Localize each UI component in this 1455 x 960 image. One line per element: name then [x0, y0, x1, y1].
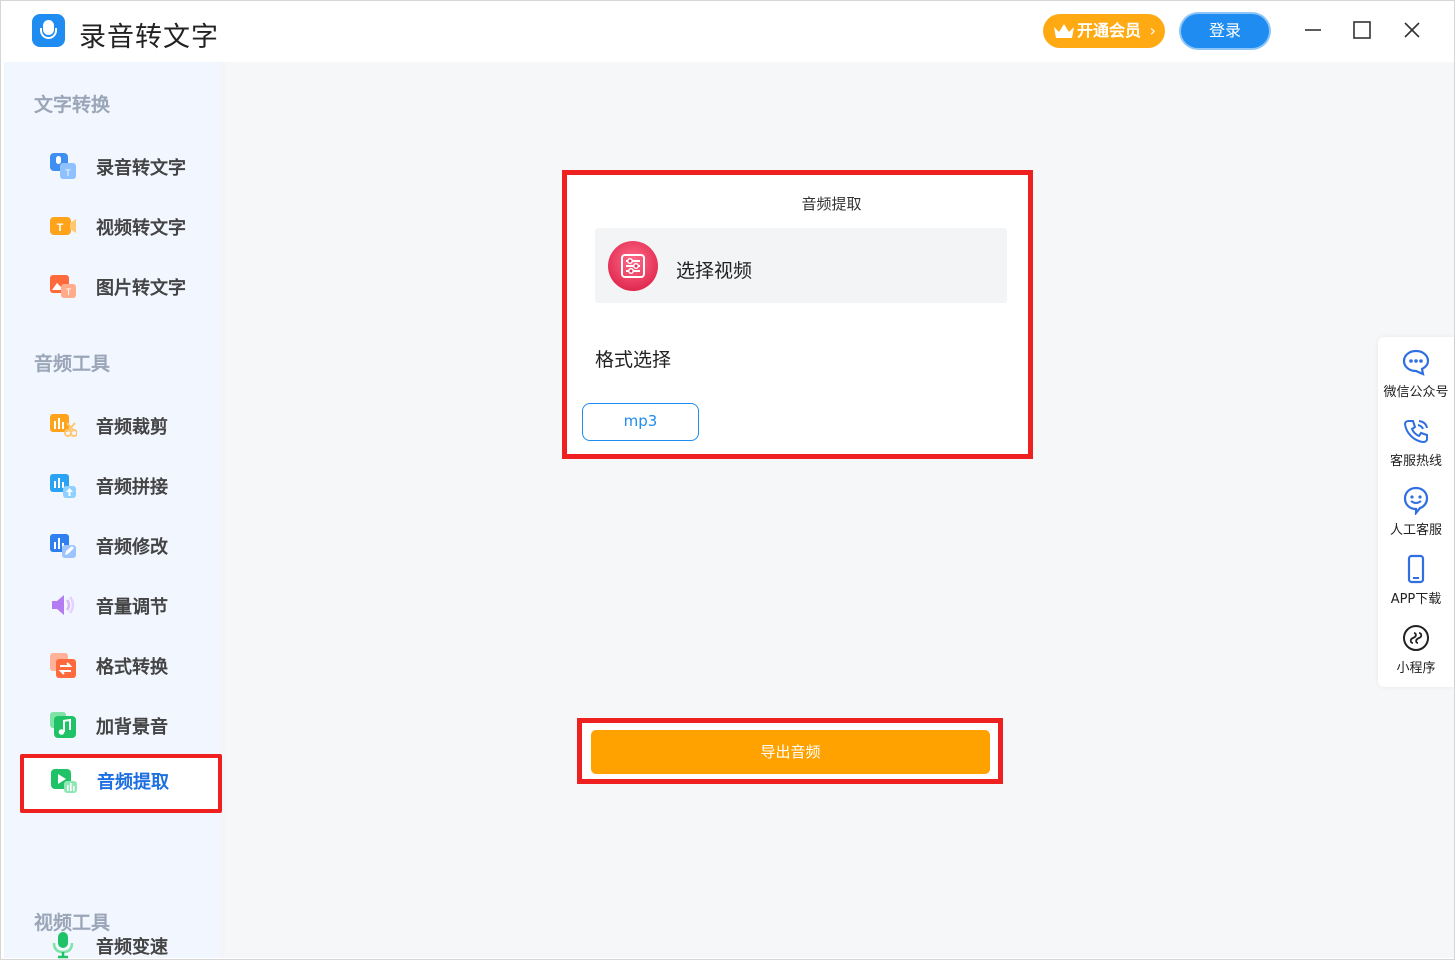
sidebar-item-label: 视频转文字	[96, 218, 186, 239]
mobile-phone-icon	[1407, 554, 1425, 584]
sidebar-item-background-music[interactable]: 加背景音	[4, 703, 219, 747]
mini-program-icon	[1403, 625, 1429, 651]
chevron-right-icon: ›	[1149, 21, 1156, 40]
sidebar-item-video-to-text[interactable]: T 视频转文字	[4, 204, 219, 248]
sidebar-item-label: 录音转文字	[96, 158, 186, 179]
volume-icon	[52, 595, 75, 615]
sidebar-item-label: 音频提取	[97, 772, 169, 793]
sidebar: 文字转换 T 录音转文字 T 视频转文字 T 图片转文字 音频工具 音频裁剪 音…	[4, 62, 219, 959]
phone-icon	[1403, 420, 1428, 444]
float-item-app-download[interactable]: APP下载	[1378, 554, 1454, 622]
select-video-label: 选择视频	[676, 260, 753, 282]
audio-extract-icon	[51, 769, 77, 793]
settings-sliders-icon	[608, 241, 658, 291]
close-button[interactable]	[1397, 15, 1427, 45]
support-face-icon	[1403, 486, 1429, 515]
format-convert-icon	[50, 653, 76, 678]
sidebar-item-label: 图片转文字	[96, 278, 186, 299]
sidebar-item-record-to-text[interactable]: T 录音转文字	[4, 144, 219, 188]
float-item-wechat[interactable]: 微信公众号	[1378, 347, 1454, 415]
float-item-label: 微信公众号	[1383, 385, 1449, 400]
sidebar-item-audio-extract[interactable]: 音频提取	[5, 761, 220, 805]
audio-extract-panel: 音频提取 选择视频 格式选择 mp3	[562, 170, 1033, 459]
float-item-label: 客服热线	[1389, 454, 1442, 469]
sidebar-item-label: 音频裁剪	[96, 417, 168, 438]
app-logo-icon	[32, 14, 65, 47]
format-option-mp3[interactable]: mp3	[582, 403, 699, 441]
record-to-text-icon: T	[50, 153, 76, 179]
audio-cut-icon	[50, 414, 77, 437]
sidebar-item-label: 音量调节	[96, 597, 168, 618]
app-title: 录音转文字	[79, 22, 219, 53]
sidebar-item-label: 格式转换	[96, 657, 168, 678]
section-title-video-tools: 视频工具	[34, 912, 111, 934]
svg-text:T: T	[65, 168, 71, 178]
title-bar: 录音转文字 开通会员 › 登录	[1, 1, 1454, 61]
sidebar-item-volume[interactable]: 音量调节	[4, 583, 219, 627]
section-title-audio-tools: 音频工具	[34, 353, 111, 375]
minimize-icon	[1305, 29, 1321, 31]
right-float-bar: 微信公众号 客服热线 人工客服 APP下载 小程序	[1378, 337, 1454, 687]
sidebar-item-format-convert[interactable]: 格式转换	[4, 643, 219, 687]
sidebar-item-label: 音频变速	[96, 937, 168, 958]
speed-mic-icon	[52, 932, 74, 959]
sidebar-item-image-to-text[interactable]: T 图片转文字	[4, 264, 219, 308]
image-to-text-icon: T	[50, 275, 76, 298]
sidebar-item-audio-edit[interactable]: 音频修改	[4, 523, 219, 567]
minimize-button[interactable]	[1298, 15, 1328, 45]
format-label: 格式选择	[595, 349, 672, 371]
section-title-text-convert: 文字转换	[34, 94, 111, 116]
float-item-mini-program[interactable]: 小程序	[1378, 623, 1454, 691]
svg-text:T: T	[57, 222, 64, 234]
maximize-button[interactable]	[1347, 15, 1377, 45]
sidebar-item-audio-merge[interactable]: 音频拼接	[4, 463, 219, 507]
wechat-chat-icon	[1402, 349, 1430, 376]
export-highlight: 导出音频	[577, 718, 1003, 784]
sidebar-item-audio-cut[interactable]: 音频裁剪	[4, 403, 219, 447]
panel-title: 音频提取	[801, 195, 862, 213]
svg-text:T: T	[66, 287, 72, 297]
float-item-hotline[interactable]: 客服热线	[1378, 416, 1454, 484]
float-item-label: 人工客服	[1389, 523, 1442, 538]
audio-merge-icon	[50, 474, 76, 498]
sidebar-item-label: 音频修改	[96, 537, 168, 558]
audio-edit-icon	[50, 534, 76, 558]
vip-label: 开通会员	[1077, 21, 1142, 40]
maximize-icon	[1353, 21, 1371, 39]
sidebar-item-audio-extract-highlight: 音频提取	[20, 754, 222, 813]
crown-icon	[1054, 24, 1074, 38]
login-button[interactable]: 登录	[1181, 14, 1269, 48]
float-item-label: APP下载	[1390, 592, 1442, 607]
app-window: 录音转文字 开通会员 › 登录 文字转换 T 录音转文字 T 视频转文字 T 图…	[0, 0, 1455, 960]
float-item-support[interactable]: 人工客服	[1378, 485, 1454, 553]
video-to-text-icon: T	[50, 217, 76, 235]
sidebar-item-label: 音频拼接	[96, 477, 168, 498]
vip-button[interactable]: 开通会员 ›	[1043, 14, 1165, 48]
sidebar-item-label: 加背景音	[96, 717, 168, 738]
music-note-icon	[50, 712, 76, 738]
close-icon	[1404, 22, 1420, 38]
select-video-button[interactable]: 选择视频	[595, 228, 1007, 303]
float-item-label: 小程序	[1396, 661, 1436, 676]
export-audio-button[interactable]: 导出音频	[591, 730, 990, 774]
